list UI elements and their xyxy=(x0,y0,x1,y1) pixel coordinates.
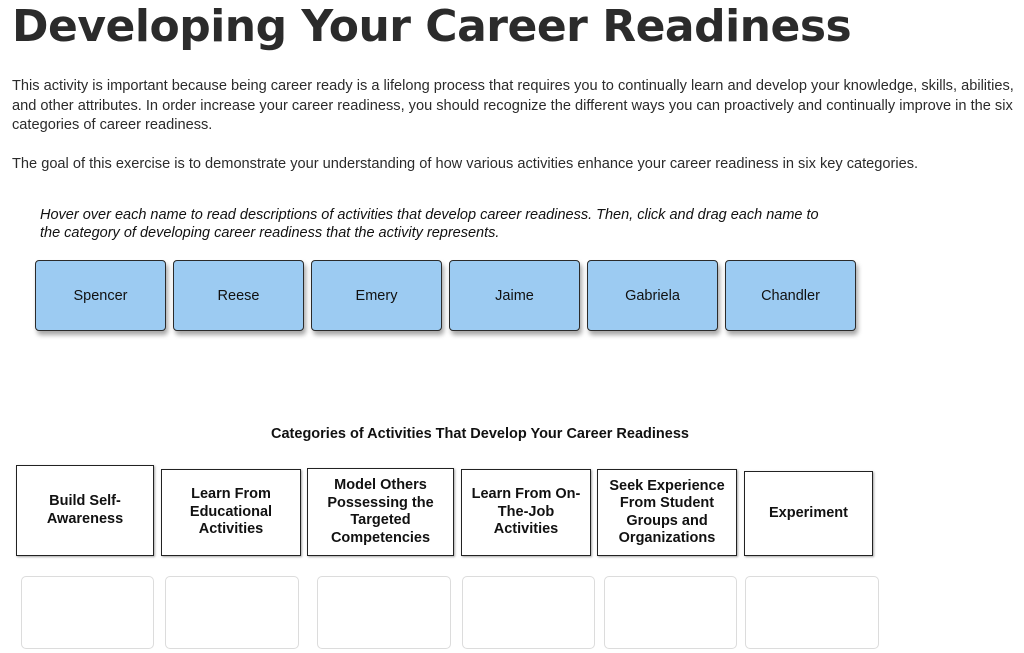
intro-paragraph: This activity is important because being… xyxy=(12,78,1014,133)
goal-paragraph: The goal of this exercise is to demonstr… xyxy=(12,156,919,172)
categories-heading: Categories of Activities That Develop Yo… xyxy=(271,426,689,442)
drop-zone-model-others[interactable] xyxy=(317,576,451,649)
drop-zone-seek-experience-student-groups[interactable] xyxy=(604,576,737,649)
category-model-others: Model Others Possessing the Targeted Com… xyxy=(307,468,454,556)
name-card-emery[interactable]: Emery xyxy=(311,260,442,331)
name-card-reese[interactable]: Reese xyxy=(173,260,304,331)
instructions: Hover over each name to read description… xyxy=(40,207,819,241)
name-card-gabriela[interactable]: Gabriela xyxy=(587,260,718,331)
category-seek-experience-student-groups: Seek Experience From Student Groups and … xyxy=(597,469,737,556)
drop-zone-build-self-awareness[interactable] xyxy=(21,576,154,649)
category-learn-from-educational-activities: Learn From Educational Activities xyxy=(161,469,301,556)
drop-zone-learn-from-on-the-job[interactable] xyxy=(462,576,595,649)
page-title: Developing Your Career Readiness xyxy=(12,1,852,52)
category-build-self-awareness: Build Self-Awareness xyxy=(16,465,154,556)
category-experiment: Experiment xyxy=(744,471,873,556)
name-card-spencer[interactable]: Spencer xyxy=(35,260,166,331)
drop-zone-learn-from-educational-activities[interactable] xyxy=(165,576,299,649)
drop-zone-experiment[interactable] xyxy=(745,576,879,649)
name-card-jaime[interactable]: Jaime xyxy=(449,260,580,331)
category-learn-from-on-the-job: Learn From On-The-Job Activities xyxy=(461,469,591,556)
name-card-chandler[interactable]: Chandler xyxy=(725,260,856,331)
